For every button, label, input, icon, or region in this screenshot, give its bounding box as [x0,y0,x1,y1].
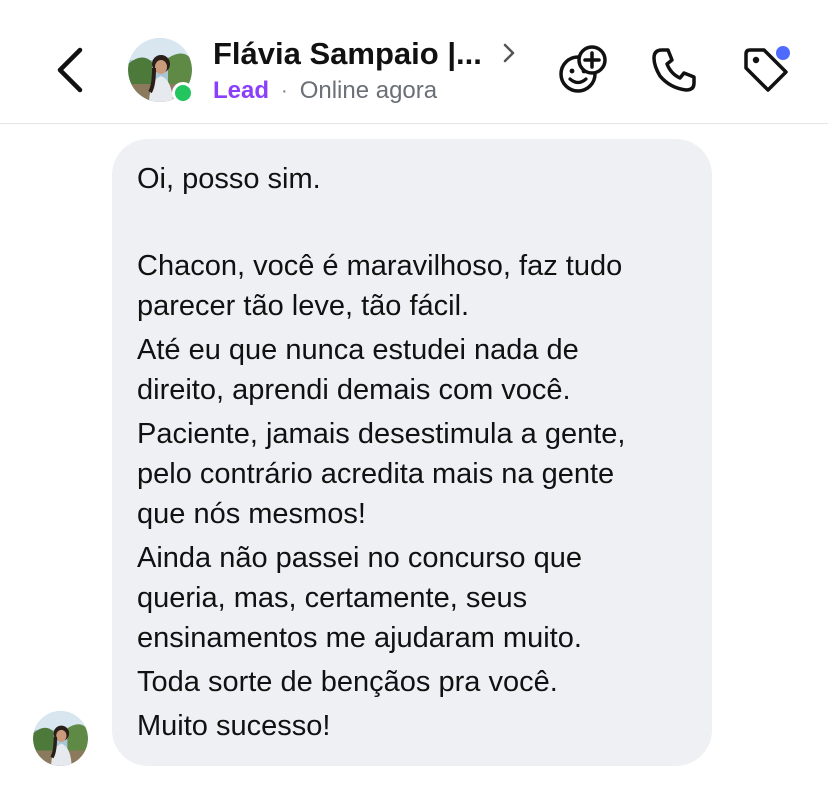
add-reaction-button[interactable] [556,44,608,96]
contact-name[interactable]: Flávia Sampaio |... [213,36,482,72]
message-line: direito, aprendi demais com você. [137,374,571,406]
message-line: queria, mas, certamente, seus [137,582,528,614]
open-profile-button[interactable] [500,40,518,66]
notification-dot [776,46,790,60]
online-status-text: Online agora [299,77,438,104]
online-status-dot [172,82,194,104]
back-button[interactable] [50,44,90,96]
tags-button[interactable] [740,44,792,96]
chevron-left-icon [57,47,83,93]
message-line: Oi, posso sim. [137,163,321,195]
message-line: Paciente, jamais desestimula a gente, [137,418,626,450]
contact-avatar[interactable] [128,38,194,104]
chat-header: Flávia Sampaio |... Lead · Online agora [0,0,828,124]
message-line: Muito sucesso! [137,710,331,742]
contact-status: Lead · Online agora [213,77,437,105]
phone-icon [652,48,696,92]
message-line: Toda sorte de bençãos pra você. [137,666,558,698]
status-separator: · [281,79,288,102]
message-line: Chacon, você é maravilhoso, faz tudo [137,250,623,282]
add-emoji-icon [559,45,607,93]
call-button[interactable] [648,44,700,96]
chevron-right-icon [503,43,515,63]
avatar-image [33,711,88,766]
lead-label: Lead [213,77,270,104]
sender-avatar[interactable] [33,711,88,766]
message-line: parecer tão leve, tão fácil. [137,290,470,322]
message-line: Até eu que nunca estudei nada de [137,334,579,366]
message-line: ensinamentos me ajudaram muito. [137,622,582,654]
message-line: Ainda não passei no concurso que [137,542,582,574]
message-line: pelo contrário acredita mais na gente [137,458,615,490]
message-line: que nós mesmos! [137,498,366,530]
